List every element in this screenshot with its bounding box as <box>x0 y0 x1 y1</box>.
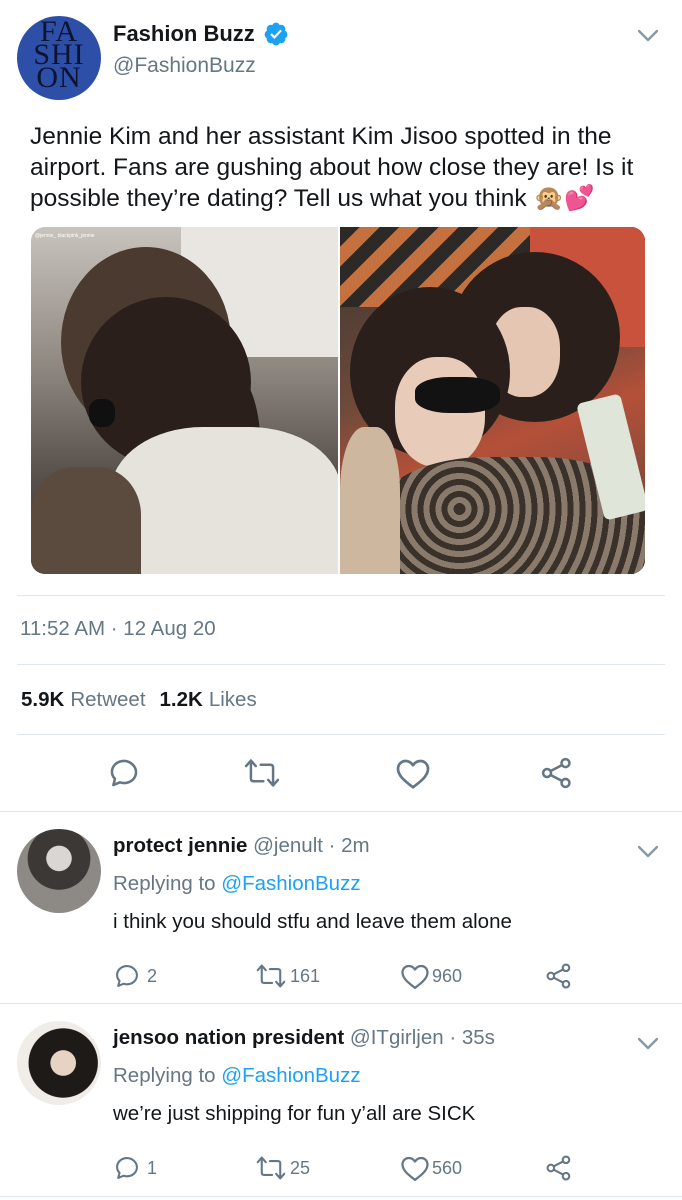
chevron-down-icon[interactable] <box>637 845 659 859</box>
like-count[interactable]: 960 <box>432 966 462 987</box>
avatar-logo: FA SHI ON <box>33 16 85 94</box>
retweet-count[interactable]: 5.9K <box>21 688 64 712</box>
reply-icon[interactable] <box>113 962 141 990</box>
heart-icon[interactable] <box>400 1154 430 1182</box>
reply-author-meta[interactable]: @jenult · 2m <box>253 834 370 857</box>
tweet-media[interactable]: @jennie_ blackpink_jennie <box>31 227 645 574</box>
chevron-down-icon[interactable] <box>637 29 659 43</box>
photo-right[interactable] <box>340 227 645 574</box>
mention-link[interactable]: @FashionBuzz <box>221 1064 360 1087</box>
like-count[interactable]: 1.2K <box>160 688 203 712</box>
like-count[interactable]: 560 <box>432 1158 462 1179</box>
author-info: Fashion Buzz @FashionBuzz <box>113 20 289 78</box>
chevron-down-icon[interactable] <box>637 1037 659 1051</box>
reply-author-name[interactable]: jensoo nation president <box>113 1026 344 1049</box>
reply-tweet: jensoo nation president @ITgirljen · 35s… <box>0 1004 682 1196</box>
mention-link[interactable]: @FashionBuzz <box>221 872 360 895</box>
author-handle[interactable]: @FashionBuzz <box>113 54 289 78</box>
reply-avatar[interactable] <box>17 1021 101 1105</box>
retweet-icon <box>244 759 280 787</box>
divider <box>17 595 665 596</box>
photo-watermark: @jennie_ blackpink_jennie <box>35 233 95 239</box>
divider <box>17 734 665 735</box>
reply-text: i think you should stfu and leave them a… <box>113 910 512 933</box>
reply-avatar[interactable] <box>17 829 101 913</box>
retweet-icon[interactable] <box>256 962 286 990</box>
share-icon <box>541 757 571 789</box>
divider <box>0 1196 682 1197</box>
share-icon[interactable] <box>545 962 573 990</box>
reply-icon[interactable] <box>113 1154 141 1182</box>
retweet-count[interactable]: 161 <box>290 966 320 987</box>
reply-author-name[interactable]: protect jennie <box>113 834 247 857</box>
reply-count[interactable]: 1 <box>147 1158 157 1179</box>
tweet-text: Jennie Kim and her assistant Kim Jisoo s… <box>30 123 634 212</box>
like-label[interactable]: Likes <box>209 688 257 712</box>
share-button[interactable] <box>540 756 574 790</box>
replying-to: Replying to @FashionBuzz <box>113 872 361 895</box>
author-name[interactable]: Fashion Buzz <box>113 21 255 47</box>
replying-to: Replying to @FashionBuzz <box>113 1064 361 1087</box>
reply-tweet: protect jennie @jenult · 2m Replying to … <box>0 812 682 1003</box>
retweet-button[interactable] <box>244 756 280 790</box>
reply-button[interactable] <box>107 756 141 790</box>
heart-icon <box>396 759 430 789</box>
reply-header: protect jennie @jenult · 2m <box>113 834 370 858</box>
reply-header: jensoo nation president @ITgirljen · 35s <box>113 1026 495 1050</box>
reply-icon <box>110 759 138 787</box>
retweet-label[interactable]: Retweet <box>70 688 145 712</box>
author-avatar[interactable]: FA SHI ON <box>17 16 101 100</box>
retweet-icon[interactable] <box>256 1154 286 1182</box>
reply-author-meta[interactable]: @ITgirljen · 35s <box>350 1026 495 1049</box>
like-button[interactable] <box>395 756 431 790</box>
reply-text: we’re just shipping for fun y’all are SI… <box>113 1102 476 1125</box>
retweet-count[interactable]: 25 <box>290 1158 310 1179</box>
tweet-stats: 5.9K Retweet 1.2K Likes <box>21 688 271 712</box>
share-icon[interactable] <box>545 1154 573 1182</box>
photo-left[interactable]: @jennie_ blackpink_jennie <box>31 227 338 574</box>
reply-count[interactable]: 2 <box>147 966 157 987</box>
tweet-timestamp[interactable]: 11:52 AM · 12 Aug 20 <box>20 617 216 641</box>
heart-icon[interactable] <box>400 962 430 990</box>
divider <box>17 664 665 665</box>
verified-badge-icon <box>264 22 288 46</box>
